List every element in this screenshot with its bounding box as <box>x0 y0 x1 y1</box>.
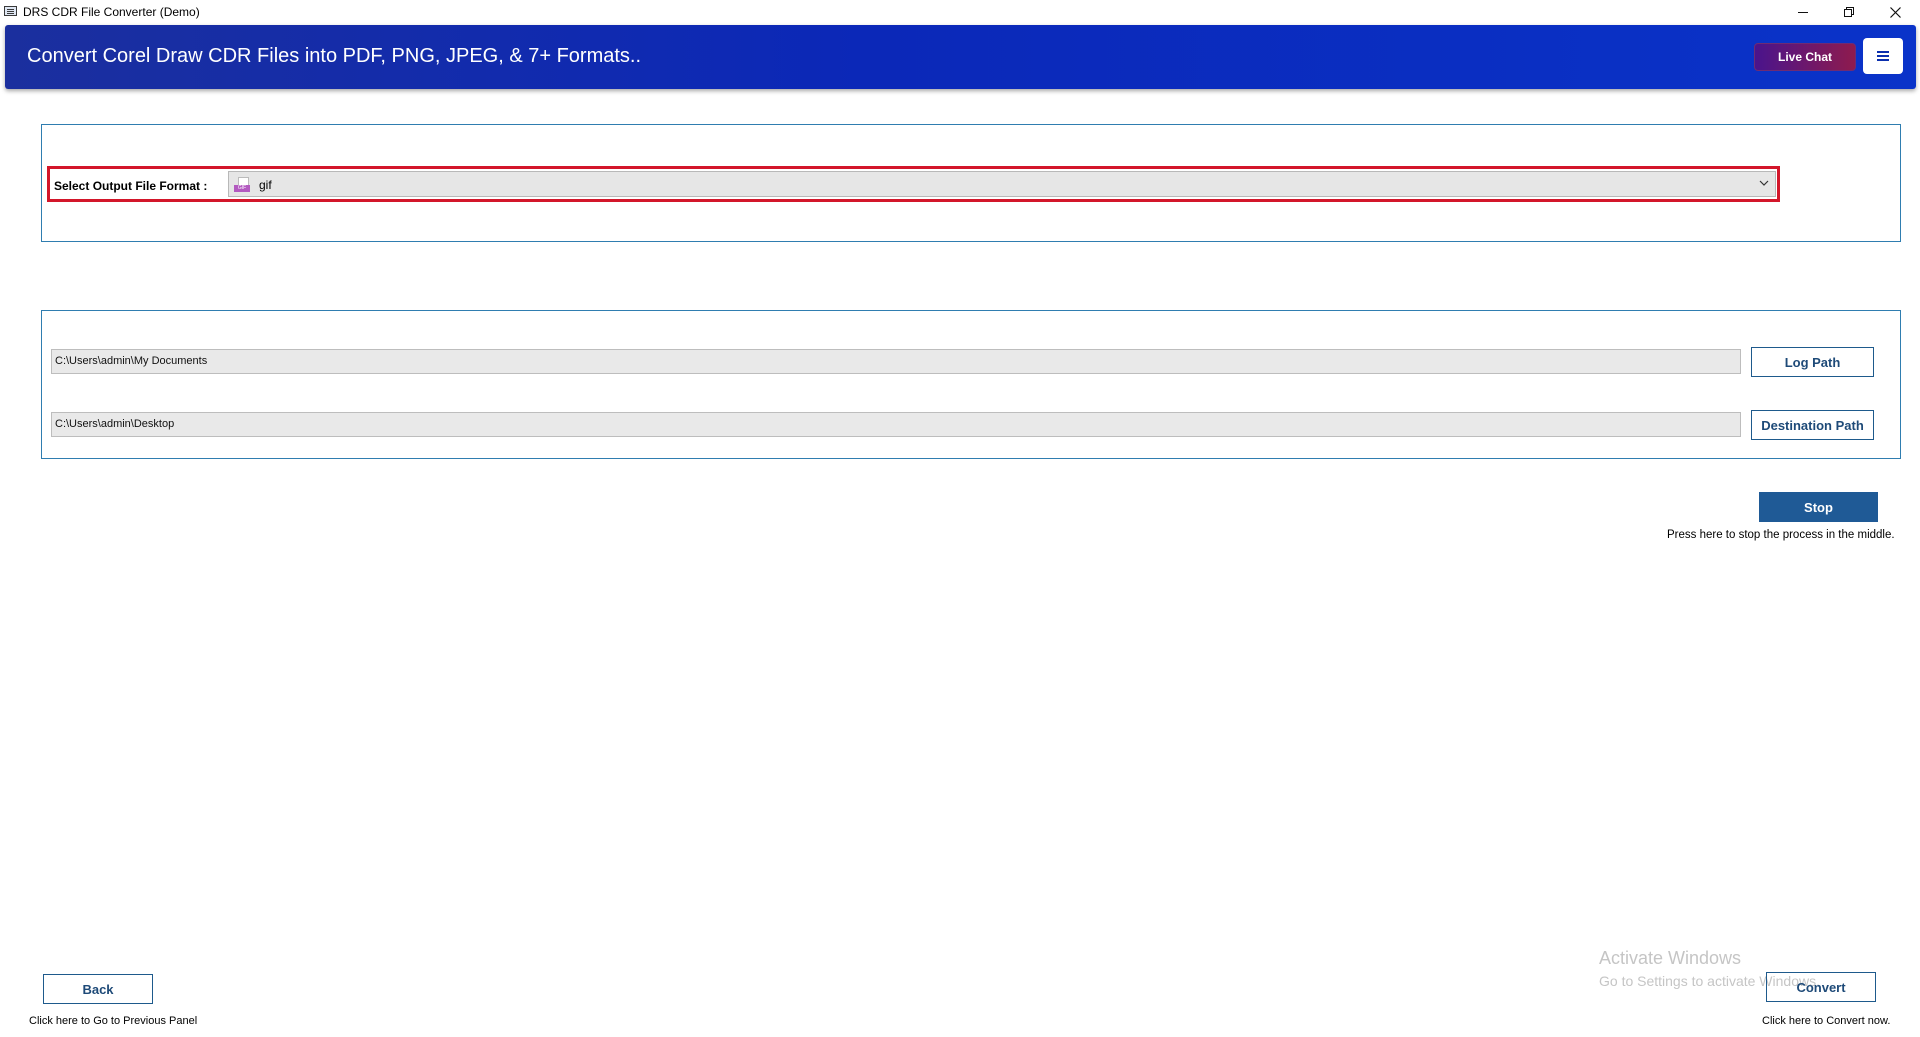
stop-hint: Press here to stop the process in the mi… <box>1667 529 1895 541</box>
output-format-value: gif <box>259 178 272 192</box>
log-path-field[interactable]: C:\Users\admin\My Documents <box>51 349 1741 374</box>
minimize-button[interactable] <box>1780 0 1826 24</box>
output-format-panel: Select Output File Format : GIF gif <box>41 124 1901 242</box>
output-format-row: Select Output File Format : GIF gif <box>47 166 1780 202</box>
output-format-label: Select Output File Format : <box>54 179 208 193</box>
live-chat-button[interactable]: Live Chat <box>1754 43 1856 71</box>
restore-button[interactable] <box>1826 0 1872 24</box>
header-banner: Convert Corel Draw CDR Files into PDF, P… <box>5 25 1916 89</box>
app-icon <box>4 6 17 16</box>
restore-icon <box>1844 7 1854 17</box>
menu-button[interactable] <box>1863 38 1903 74</box>
stop-button[interactable]: Stop <box>1759 492 1878 522</box>
back-button[interactable]: Back <box>43 974 153 1004</box>
log-path-button[interactable]: Log Path <box>1751 347 1874 377</box>
chevron-down-icon <box>1759 180 1769 186</box>
destination-path-field[interactable]: C:\Users\admin\Desktop <box>51 412 1741 437</box>
app-window: DRS CDR File Converter (Demo) Convert Co… <box>0 0 1920 1037</box>
hamburger-icon <box>1877 55 1889 57</box>
window-title: DRS CDR File Converter (Demo) <box>23 5 200 19</box>
convert-button[interactable]: Convert <box>1766 972 1876 1002</box>
gif-file-icon: GIF <box>234 177 252 193</box>
convert-hint: Click here to Convert now. <box>1762 1015 1891 1027</box>
paths-panel: C:\Users\admin\My Documents Log Path C:\… <box>41 310 1901 459</box>
output-format-dropdown[interactable]: GIF gif <box>228 171 1776 197</box>
header-title: Convert Corel Draw CDR Files into PDF, P… <box>27 45 642 67</box>
close-icon <box>1889 6 1901 18</box>
title-bar: DRS CDR File Converter (Demo) <box>0 0 1920 24</box>
close-button[interactable] <box>1872 0 1918 24</box>
activate-windows-title: Activate Windows <box>1599 948 1742 968</box>
back-hint: Click here to Go to Previous Panel <box>29 1015 198 1027</box>
destination-path-button[interactable]: Destination Path <box>1751 410 1874 440</box>
minimize-icon <box>1798 11 1808 13</box>
